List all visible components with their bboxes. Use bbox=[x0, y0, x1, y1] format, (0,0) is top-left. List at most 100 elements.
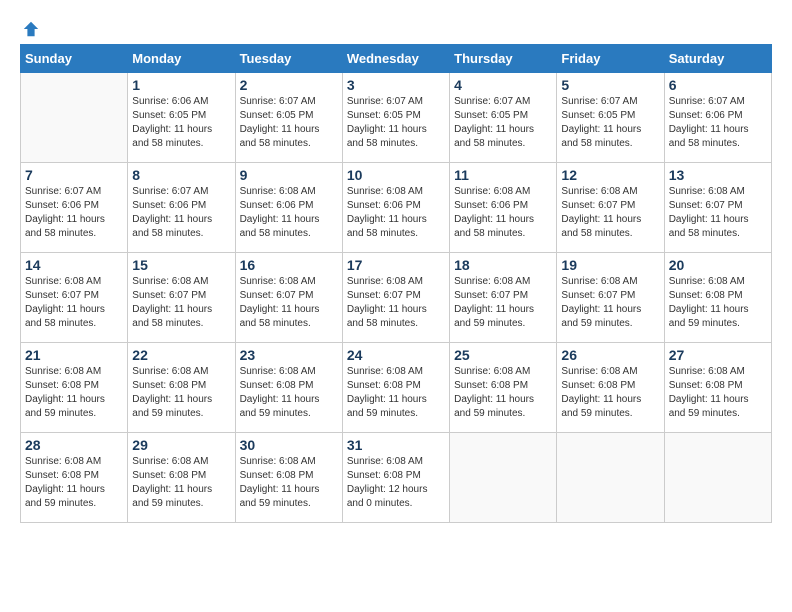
calendar-cell: 12 Sunrise: 6:08 AM Sunset: 6:07 PM Dayli… bbox=[557, 163, 664, 253]
day-info: Sunrise: 6:07 AM Sunset: 6:05 PM Dayligh… bbox=[347, 95, 445, 151]
calendar-cell: 27 Sunrise: 6:08 AM Sunset: 6:08 PM Dayli… bbox=[664, 343, 771, 433]
column-header-sunday: Sunday bbox=[21, 45, 128, 73]
day-info: Sunrise: 6:06 AM Sunset: 6:05 PM Dayligh… bbox=[132, 95, 230, 151]
day-info: Sunrise: 6:07 AM Sunset: 6:06 PM Dayligh… bbox=[132, 185, 230, 241]
calendar-cell: 29 Sunrise: 6:08 AM Sunset: 6:08 PM Dayli… bbox=[128, 433, 235, 523]
day-info: Sunrise: 6:07 AM Sunset: 6:05 PM Dayligh… bbox=[240, 95, 338, 151]
calendar-cell bbox=[664, 433, 771, 523]
calendar-cell: 26 Sunrise: 6:08 AM Sunset: 6:08 PM Dayli… bbox=[557, 343, 664, 433]
day-number: 30 bbox=[240, 437, 338, 453]
day-info: Sunrise: 6:08 AM Sunset: 6:08 PM Dayligh… bbox=[347, 365, 445, 421]
calendar-cell: 18 Sunrise: 6:08 AM Sunset: 6:07 PM Dayli… bbox=[450, 253, 557, 343]
calendar-cell: 5Sunrise: 6:07 AM Sunset: 6:05 PM Daylig… bbox=[557, 73, 664, 163]
day-number: 22 bbox=[132, 347, 230, 363]
calendar-table: SundayMondayTuesdayWednesdayThursdayFrid… bbox=[20, 44, 772, 523]
day-number: 20 bbox=[669, 257, 767, 273]
calendar-week-4: 21Sunrise: 6:08 AM Sunset: 6:08 PM Dayli… bbox=[21, 343, 772, 433]
day-info: Sunrise: 6:08 AM Sunset: 6:08 PM Dayligh… bbox=[669, 365, 767, 421]
day-info: Sunrise: 6:08 AM Sunset: 6:08 PM Dayligh… bbox=[132, 365, 230, 421]
calendar-cell bbox=[21, 73, 128, 163]
calendar-cell: 6 Sunrise: 6:07 AM Sunset: 6:06 PM Daylig… bbox=[664, 73, 771, 163]
day-number: 29 bbox=[132, 437, 230, 453]
column-header-saturday: Saturday bbox=[664, 45, 771, 73]
day-info: Sunrise: 6:08 AM Sunset: 6:08 PM Dayligh… bbox=[132, 455, 230, 511]
calendar-cell bbox=[557, 433, 664, 523]
day-info: Sunrise: 6:07 AM Sunset: 6:06 PM Dayligh… bbox=[669, 95, 767, 151]
calendar-cell: 19 Sunrise: 6:08 AM Sunset: 6:07 PM Dayli… bbox=[557, 253, 664, 343]
day-info: Sunrise: 6:08 AM Sunset: 6:07 PM Dayligh… bbox=[669, 185, 767, 241]
calendar-cell: 13 Sunrise: 6:08 AM Sunset: 6:07 PM Dayli… bbox=[664, 163, 771, 253]
day-info: Sunrise: 6:08 AM Sunset: 6:06 PM Dayligh… bbox=[347, 185, 445, 241]
calendar-cell: 30 Sunrise: 6:08 AM Sunset: 6:08 PM Dayli… bbox=[235, 433, 342, 523]
day-info: Sunrise: 6:08 AM Sunset: 6:08 PM Dayligh… bbox=[25, 455, 123, 511]
calendar-cell: 23Sunrise: 6:08 AM Sunset: 6:08 PM Dayli… bbox=[235, 343, 342, 433]
page-header bbox=[20, 20, 772, 34]
day-info: Sunrise: 6:08 AM Sunset: 6:08 PM Dayligh… bbox=[347, 455, 445, 511]
day-number: 6 bbox=[669, 77, 767, 93]
calendar-cell: 7 Sunrise: 6:07 AM Sunset: 6:06 PM Daylig… bbox=[21, 163, 128, 253]
day-info: Sunrise: 6:07 AM Sunset: 6:05 PM Dayligh… bbox=[454, 95, 552, 151]
day-number: 27 bbox=[669, 347, 767, 363]
logo bbox=[20, 20, 40, 34]
day-number: 3 bbox=[347, 77, 445, 93]
calendar-cell: 4 Sunrise: 6:07 AM Sunset: 6:05 PM Daylig… bbox=[450, 73, 557, 163]
column-header-thursday: Thursday bbox=[450, 45, 557, 73]
day-info: Sunrise: 6:08 AM Sunset: 6:08 PM Dayligh… bbox=[561, 365, 659, 421]
calendar-week-5: 28 Sunrise: 6:08 AM Sunset: 6:08 PM Dayli… bbox=[21, 433, 772, 523]
calendar-cell: 1 Sunrise: 6:06 AM Sunset: 6:05 PM Daylig… bbox=[128, 73, 235, 163]
calendar-cell: 3 Sunrise: 6:07 AM Sunset: 6:05 PM Daylig… bbox=[342, 73, 449, 163]
calendar-cell: 11 Sunrise: 6:08 AM Sunset: 6:06 PM Dayli… bbox=[450, 163, 557, 253]
day-info: Sunrise: 6:08 AM Sunset: 6:07 PM Dayligh… bbox=[347, 275, 445, 331]
day-info: Sunrise: 6:08 AM Sunset: 6:06 PM Dayligh… bbox=[240, 185, 338, 241]
day-info: Sunrise: 6:08 AM Sunset: 6:07 PM Dayligh… bbox=[240, 275, 338, 331]
column-header-tuesday: Tuesday bbox=[235, 45, 342, 73]
calendar-header-row: SundayMondayTuesdayWednesdayThursdayFrid… bbox=[21, 45, 772, 73]
day-info: Sunrise: 6:08 AM Sunset: 6:07 PM Dayligh… bbox=[25, 275, 123, 331]
day-info: Sunrise: 6:08 AM Sunset: 6:07 PM Dayligh… bbox=[561, 275, 659, 331]
day-info: Sunrise: 6:08 AM Sunset: 6:08 PM Dayligh… bbox=[240, 455, 338, 511]
calendar-cell bbox=[450, 433, 557, 523]
day-number: 25 bbox=[454, 347, 552, 363]
calendar-cell: 31 Sunrise: 6:08 AM Sunset: 6:08 PM Dayli… bbox=[342, 433, 449, 523]
day-info: Sunrise: 6:08 AM Sunset: 6:08 PM Dayligh… bbox=[669, 275, 767, 331]
day-number: 1 bbox=[132, 77, 230, 93]
day-number: 14 bbox=[25, 257, 123, 273]
day-number: 26 bbox=[561, 347, 659, 363]
calendar-cell: 16Sunrise: 6:08 AM Sunset: 6:07 PM Dayli… bbox=[235, 253, 342, 343]
day-number: 12 bbox=[561, 167, 659, 183]
day-info: Sunrise: 6:08 AM Sunset: 6:07 PM Dayligh… bbox=[454, 275, 552, 331]
day-number: 8 bbox=[132, 167, 230, 183]
column-header-wednesday: Wednesday bbox=[342, 45, 449, 73]
day-number: 7 bbox=[25, 167, 123, 183]
calendar-week-2: 7 Sunrise: 6:07 AM Sunset: 6:06 PM Daylig… bbox=[21, 163, 772, 253]
column-header-friday: Friday bbox=[557, 45, 664, 73]
day-number: 15 bbox=[132, 257, 230, 273]
calendar-cell: 24 Sunrise: 6:08 AM Sunset: 6:08 PM Dayli… bbox=[342, 343, 449, 433]
day-info: Sunrise: 6:08 AM Sunset: 6:06 PM Dayligh… bbox=[454, 185, 552, 241]
day-number: 4 bbox=[454, 77, 552, 93]
day-info: Sunrise: 6:07 AM Sunset: 6:06 PM Dayligh… bbox=[25, 185, 123, 241]
day-number: 28 bbox=[25, 437, 123, 453]
day-info: Sunrise: 6:08 AM Sunset: 6:07 PM Dayligh… bbox=[561, 185, 659, 241]
calendar-cell: 14 Sunrise: 6:08 AM Sunset: 6:07 PM Dayli… bbox=[21, 253, 128, 343]
calendar-cell: 28 Sunrise: 6:08 AM Sunset: 6:08 PM Dayli… bbox=[21, 433, 128, 523]
day-number: 13 bbox=[669, 167, 767, 183]
day-number: 9 bbox=[240, 167, 338, 183]
column-header-monday: Monday bbox=[128, 45, 235, 73]
day-number: 19 bbox=[561, 257, 659, 273]
calendar-cell: 2 Sunrise: 6:07 AM Sunset: 6:05 PM Daylig… bbox=[235, 73, 342, 163]
calendar-week-3: 14 Sunrise: 6:08 AM Sunset: 6:07 PM Dayli… bbox=[21, 253, 772, 343]
day-number: 11 bbox=[454, 167, 552, 183]
calendar-cell: 15 Sunrise: 6:08 AM Sunset: 6:07 PM Dayli… bbox=[128, 253, 235, 343]
day-number: 31 bbox=[347, 437, 445, 453]
day-number: 2 bbox=[240, 77, 338, 93]
calendar-cell: 8 Sunrise: 6:07 AM Sunset: 6:06 PM Daylig… bbox=[128, 163, 235, 253]
calendar-cell: 25 Sunrise: 6:08 AM Sunset: 6:08 PM Dayli… bbox=[450, 343, 557, 433]
day-info: Sunrise: 6:08 AM Sunset: 6:08 PM Dayligh… bbox=[25, 365, 123, 421]
day-number: 18 bbox=[454, 257, 552, 273]
day-info: Sunrise: 6:08 AM Sunset: 6:08 PM Dayligh… bbox=[454, 365, 552, 421]
day-number: 24 bbox=[347, 347, 445, 363]
day-info: Sunrise: 6:08 AM Sunset: 6:08 PM Dayligh… bbox=[240, 365, 338, 421]
day-info: Sunrise: 6:08 AM Sunset: 6:07 PM Dayligh… bbox=[132, 275, 230, 331]
logo-icon bbox=[22, 20, 40, 38]
